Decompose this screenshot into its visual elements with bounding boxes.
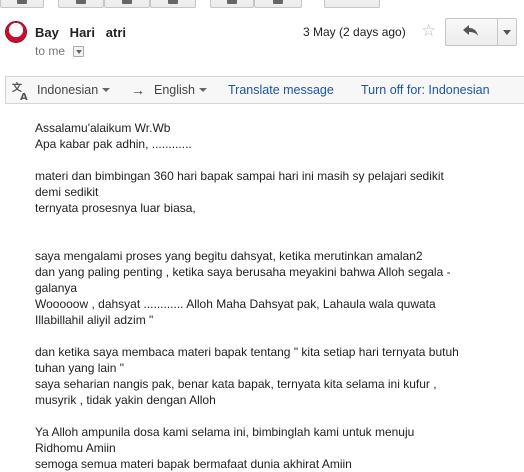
message-line: Illabillahil aliyil adzim "	[35, 313, 154, 327]
message-line	[35, 408, 505, 424]
source-language-select[interactable]: Indonesian	[37, 83, 111, 97]
message-date: 3 May (2 days ago)	[303, 25, 406, 39]
translate-icon: 文 A	[12, 81, 28, 101]
message-header: Bay Hari atri to me 3 May (2 days ago) ☆	[0, 14, 524, 66]
translate-bar: 文 A Indonesian → English Translate messa…	[5, 76, 524, 104]
translate-message-link[interactable]: Translate message	[228, 83, 334, 97]
sender-name[interactable]: Bay Hari atri	[35, 25, 126, 40]
arrow-right-icon: →	[131, 82, 145, 98]
archive-icon	[76, 0, 86, 4]
back-button[interactable]	[0, 0, 44, 8]
chevron-down-icon	[102, 88, 111, 92]
trash-icon	[168, 0, 178, 4]
move-to-button[interactable]	[210, 0, 254, 8]
avatar[interactable]	[5, 21, 27, 43]
target-language-label: English	[154, 83, 195, 97]
message-line: materi dan bimbingan 360 hari bapak samp…	[35, 169, 444, 183]
message-line: demi sedikit	[35, 185, 99, 199]
reply-button-group	[445, 18, 517, 46]
archive-button[interactable]	[58, 0, 104, 8]
reply-button[interactable]	[446, 19, 498, 45]
show-details-toggle[interactable]	[73, 46, 84, 57]
message-line	[35, 328, 505, 344]
message-line: semoga semua materi bapak bermafaat duni…	[35, 457, 352, 471]
message-line: Ya Alloh ampunila dosa kami selama ini, …	[35, 425, 415, 439]
target-language-select[interactable]: English	[154, 83, 207, 97]
message-line: saya mengalami proses yang begitu dahsya…	[35, 249, 423, 263]
message-line: Apa kabar pak adhin, ............	[35, 137, 192, 151]
reply-icon	[463, 25, 478, 36]
turn-off-translation-link[interactable]: Turn off for: Indonesian	[361, 83, 490, 97]
recipient-label: to me	[35, 44, 66, 58]
message-line: saya seharian nangis pak, benar kata bap…	[35, 377, 437, 391]
back-icon	[17, 0, 27, 4]
more-actions-button[interactable]	[324, 0, 380, 8]
message-line: galanya	[35, 281, 78, 295]
spam-icon	[122, 0, 132, 4]
message-line	[35, 152, 505, 168]
star-icon[interactable]: ☆	[421, 21, 436, 41]
message-line: dan ketika saya membaca materi bapak ten…	[35, 345, 459, 359]
spam-button[interactable]	[104, 0, 150, 8]
message-line: Assalamu'alaikum Wr.Wb	[35, 121, 171, 135]
message-line: tuhan yang lain "	[35, 361, 124, 375]
toolbar	[0, 0, 524, 11]
message-line: dan yang paling penting , ketika saya be…	[35, 265, 451, 279]
message-body: Assalamu'alaikum Wr.Wb Apa kabar pak adh…	[35, 120, 505, 472]
message-line: Ridhomu Amiin	[35, 441, 116, 455]
folder-icon	[227, 0, 237, 4]
label-icon	[273, 0, 283, 4]
labels-button[interactable]	[254, 0, 302, 8]
message-line: musyrik , tidak yakin dengan Alloh	[35, 393, 216, 407]
message-line	[35, 216, 505, 232]
message-line: Wooooow , dahsyat ............ Alloh Mah…	[35, 297, 436, 311]
source-language-label: Indonesian	[37, 83, 99, 97]
message-line	[35, 232, 505, 248]
chevron-down-icon	[199, 88, 207, 92]
svg-text:A: A	[20, 92, 28, 101]
more-options-button[interactable]	[498, 19, 516, 45]
delete-button[interactable]	[150, 0, 196, 8]
message-line: ternyata prosesnya luar biasa,	[35, 201, 196, 215]
